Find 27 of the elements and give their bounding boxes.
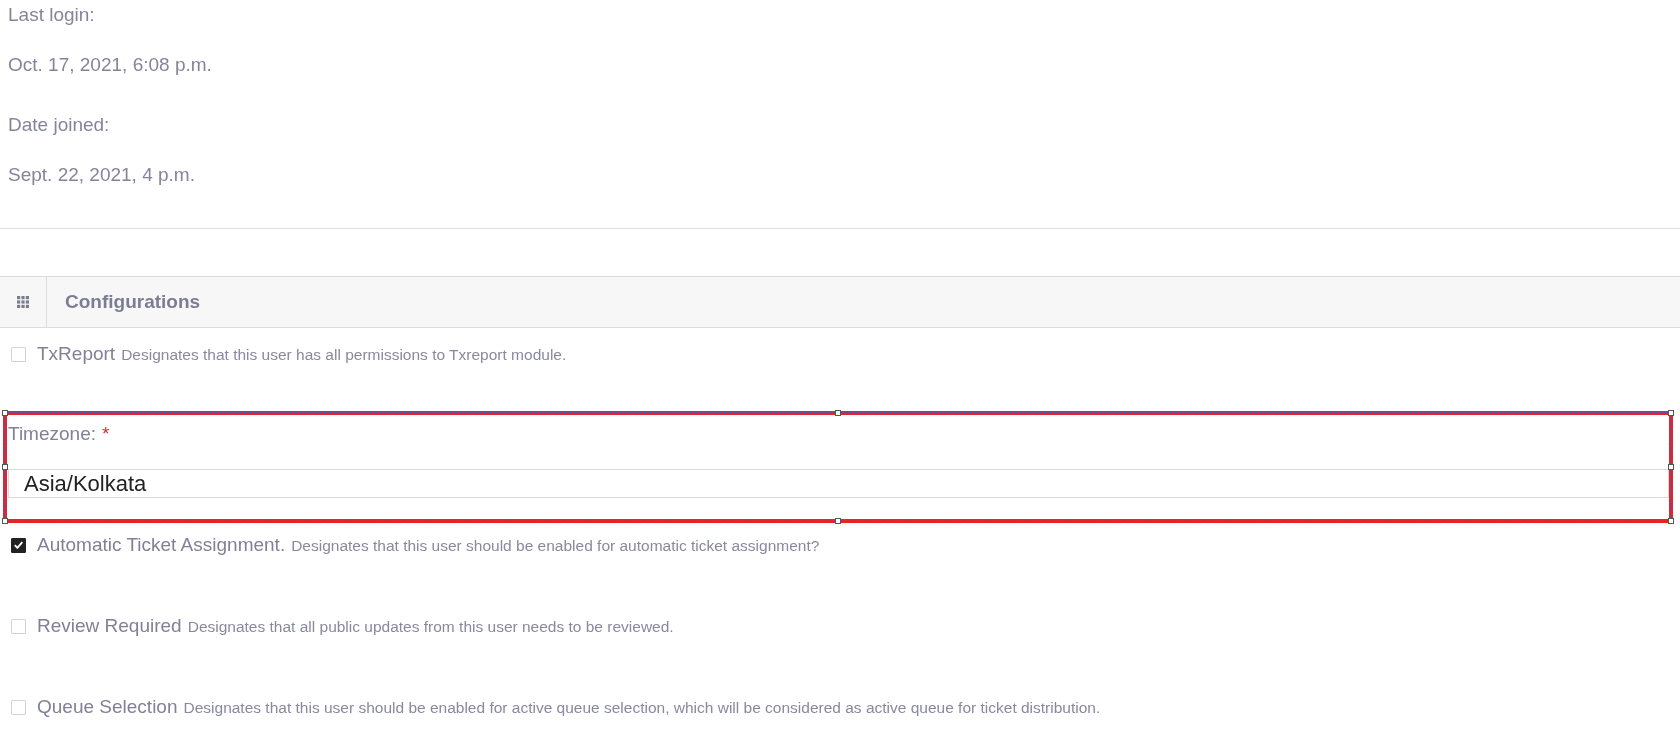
option-description: Designates that this user has all permissions to Txreport module. bbox=[121, 344, 567, 365]
checkmark-icon bbox=[14, 541, 23, 549]
section-title: Configurations bbox=[65, 289, 201, 314]
resize-handle[interactable] bbox=[835, 518, 841, 524]
required-mark: * bbox=[102, 421, 110, 446]
timezone-field[interactable]: Asia/Kolkata bbox=[8, 469, 1669, 498]
info-value: Sept. 22, 2021, 4 p.m. bbox=[8, 163, 195, 187]
option-description: Designates that this user should be enabled for active queue selection, which will be considered as active queue for ticket distribution. bbox=[183, 697, 1101, 718]
dots-grid-icon bbox=[17, 296, 29, 308]
option-description: Designates that all public updates from this user needs to be reviewed. bbox=[187, 616, 674, 637]
resize-handle[interactable] bbox=[1668, 464, 1674, 470]
checkbox[interactable] bbox=[11, 537, 26, 553]
info-label: Last login: bbox=[8, 3, 95, 27]
resize-handle[interactable] bbox=[2, 410, 8, 416]
option-description: Designates that this user should be enabled for automatic ticket assignment? bbox=[291, 535, 820, 556]
info-label: Date joined: bbox=[8, 113, 110, 137]
resize-handle[interactable] bbox=[2, 518, 8, 524]
resize-handle[interactable] bbox=[1668, 410, 1674, 416]
option-label: Queue Selection bbox=[37, 694, 178, 719]
resize-handle[interactable] bbox=[835, 410, 841, 416]
option-label: Review Required bbox=[37, 613, 182, 638]
info-value: Oct. 17, 2021, 6:08 p.m. bbox=[8, 53, 212, 77]
resize-handle[interactable] bbox=[2, 464, 8, 470]
field-label: Timezone: bbox=[8, 421, 96, 446]
option-label: Automatic Ticket Assignment. bbox=[37, 532, 286, 557]
option-label: TxReport bbox=[37, 341, 116, 366]
resize-handle[interactable] bbox=[1668, 518, 1674, 524]
